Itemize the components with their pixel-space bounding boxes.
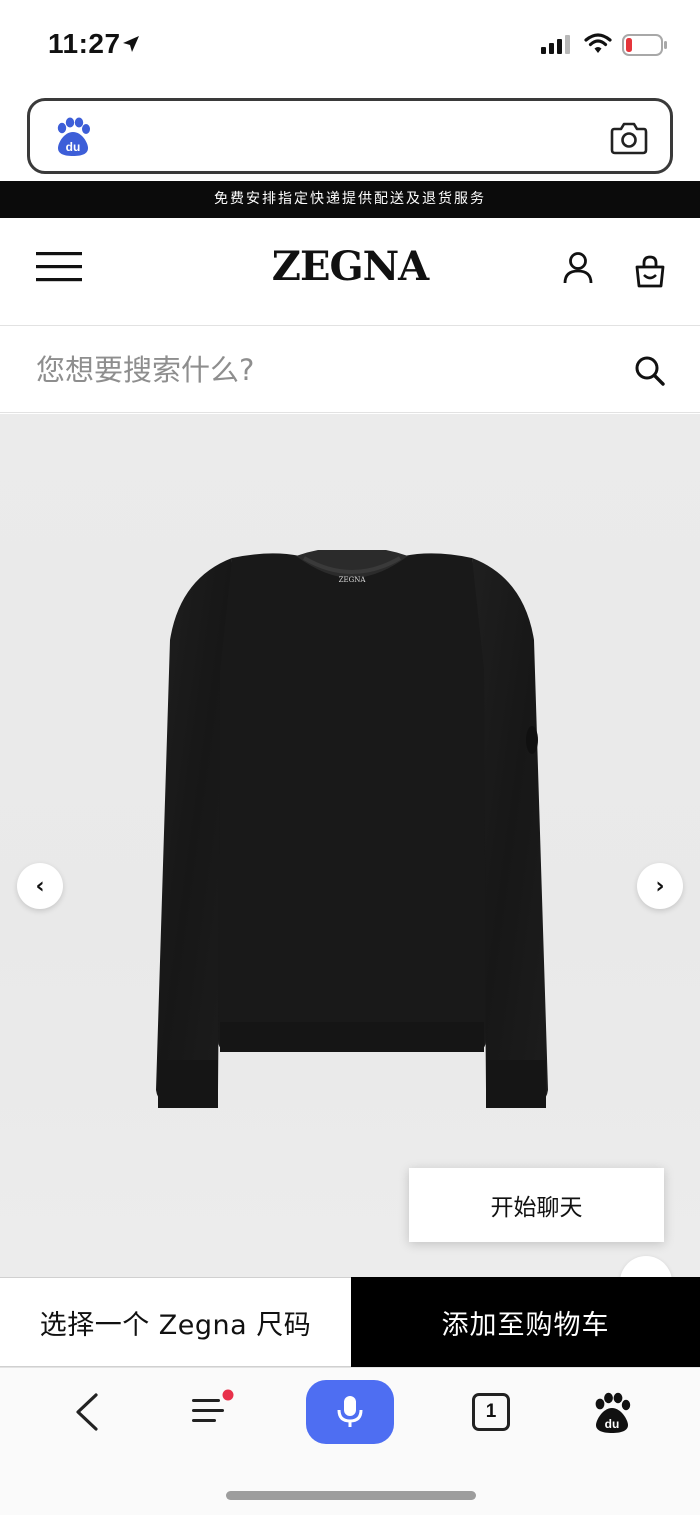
back-arrow-icon[interactable]: [70, 1392, 106, 1432]
product-gallery[interactable]: ZEGNA ‹ › 开始聊天: [0, 414, 700, 1277]
add-to-cart-button[interactable]: 添加至购物车: [351, 1277, 700, 1367]
search-input[interactable]: [36, 347, 596, 393]
floating-action-button[interactable]: [620, 1256, 672, 1277]
status-bar: 11:27: [0, 0, 700, 92]
site-header: ZEGNA: [0, 218, 700, 326]
site-search-bar: [0, 327, 700, 413]
select-size-button[interactable]: 选择一个 Zegna 尺码: [0, 1277, 351, 1367]
collar-label: ZEGNA: [339, 576, 367, 584]
gallery-prev-button[interactable]: ‹: [17, 863, 63, 909]
wifi-icon: [584, 33, 612, 53]
user-icon[interactable]: [562, 251, 594, 285]
home-indicator: [226, 1491, 476, 1500]
svg-text:du: du: [66, 140, 81, 154]
cellular-signal-icon: [541, 35, 570, 54]
start-chat-button[interactable]: 开始聊天: [409, 1168, 664, 1242]
promo-banner: 免费安排指定快递提供配送及退货服务: [0, 181, 700, 218]
search-icon[interactable]: [626, 347, 672, 393]
camera-icon[interactable]: [610, 121, 648, 155]
tabs-count-button[interactable]: 1: [472, 1393, 510, 1431]
gallery-next-button[interactable]: ›: [637, 863, 683, 909]
product-image-sweater: ZEGNA: [156, 550, 548, 1108]
baidu-home-icon[interactable]: du: [592, 1392, 632, 1434]
brand-logo[interactable]: ZEGNA: [0, 243, 700, 290]
notification-dot-icon: [222, 1389, 234, 1401]
status-time: 11:27: [48, 28, 121, 59]
product-action-bar: 选择一个 Zegna 尺码 添加至购物车: [0, 1277, 700, 1367]
battery-low-icon: [622, 34, 667, 56]
shopping-bag-icon[interactable]: [634, 254, 666, 288]
baidu-paw-icon[interactable]: du: [54, 117, 92, 157]
svg-text:du: du: [605, 1417, 620, 1431]
location-arrow-icon: [123, 36, 139, 52]
microphone-icon: [337, 1396, 363, 1427]
feed-menu-icon[interactable]: [190, 1388, 236, 1432]
voice-search-button[interactable]: [306, 1380, 394, 1444]
browser-address-bar[interactable]: du: [27, 98, 673, 174]
